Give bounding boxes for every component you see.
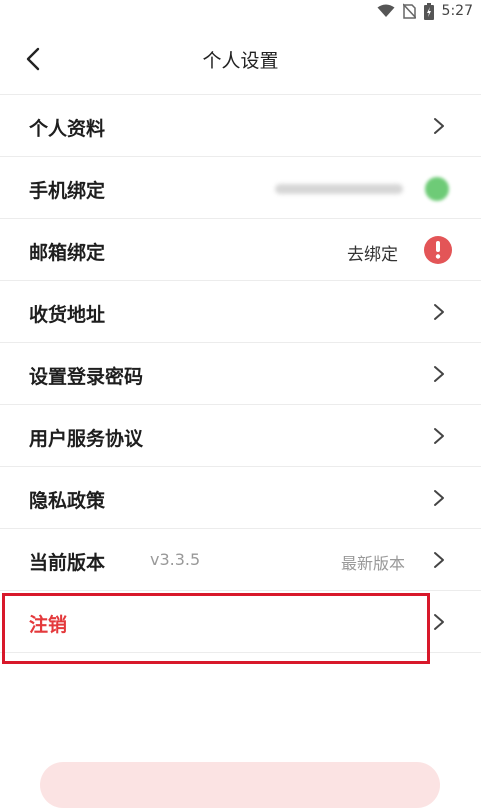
status-time: 5:27 — [441, 3, 473, 19]
row-label: 个人资料 — [29, 118, 106, 140]
page-title: 个人设置 — [202, 50, 279, 72]
chevron-right-icon — [434, 490, 444, 506]
wifi-icon — [377, 4, 395, 17]
row-label: 手机绑定 — [29, 180, 106, 202]
row-label: 注销 — [29, 614, 68, 636]
version-status: 最新版本 — [340, 554, 405, 573]
battery-icon — [423, 2, 434, 20]
row-login-password[interactable]: 设置登录密码 — [0, 343, 481, 405]
chevron-right-icon — [434, 428, 444, 444]
row-user-agreement[interactable]: 用户服务协议 — [0, 405, 481, 467]
row-label: 隐私政策 — [29, 490, 106, 512]
row-label: 当前版本 — [29, 552, 106, 574]
phone-number-masked — [275, 184, 403, 194]
row-cancel-account[interactable]: 注销 — [0, 591, 481, 653]
bind-email-link[interactable]: 去绑定 — [347, 240, 398, 265]
row-label: 邮箱绑定 — [29, 242, 106, 264]
row-profile[interactable]: 个人资料 — [0, 95, 481, 157]
status-indicator — [425, 177, 449, 201]
chevron-right-icon — [434, 366, 444, 382]
logout-button[interactable] — [40, 762, 440, 808]
row-privacy-policy[interactable]: 隐私政策 — [0, 467, 481, 529]
row-label: 用户服务协议 — [29, 428, 144, 450]
row-label: 收货地址 — [29, 304, 106, 326]
status-icons: 5:27 — [377, 0, 473, 22]
row-email-binding[interactable]: 邮箱绑定 去绑定 — [0, 219, 481, 281]
status-bar: 5:27 — [0, 0, 481, 22]
alert-icon — [424, 236, 452, 264]
version-number: v3.3.5 — [150, 550, 201, 569]
chevron-right-icon — [434, 614, 444, 630]
header: 个人设置 — [0, 22, 481, 95]
row-shipping-address[interactable]: 收货地址 — [0, 281, 481, 343]
chevron-right-icon — [434, 304, 444, 320]
row-phone-binding[interactable]: 手机绑定 — [0, 157, 481, 219]
chevron-right-icon — [434, 552, 444, 568]
chevron-right-icon — [434, 118, 444, 134]
settings-list: 个人资料 手机绑定 邮箱绑定 去绑定 收货地址 设置登录密码 用户服务协议 隐私… — [0, 95, 481, 653]
row-current-version[interactable]: 当前版本 v3.3.5 最新版本 — [0, 529, 481, 591]
row-label: 设置登录密码 — [29, 366, 144, 388]
no-sim-icon — [402, 3, 416, 19]
